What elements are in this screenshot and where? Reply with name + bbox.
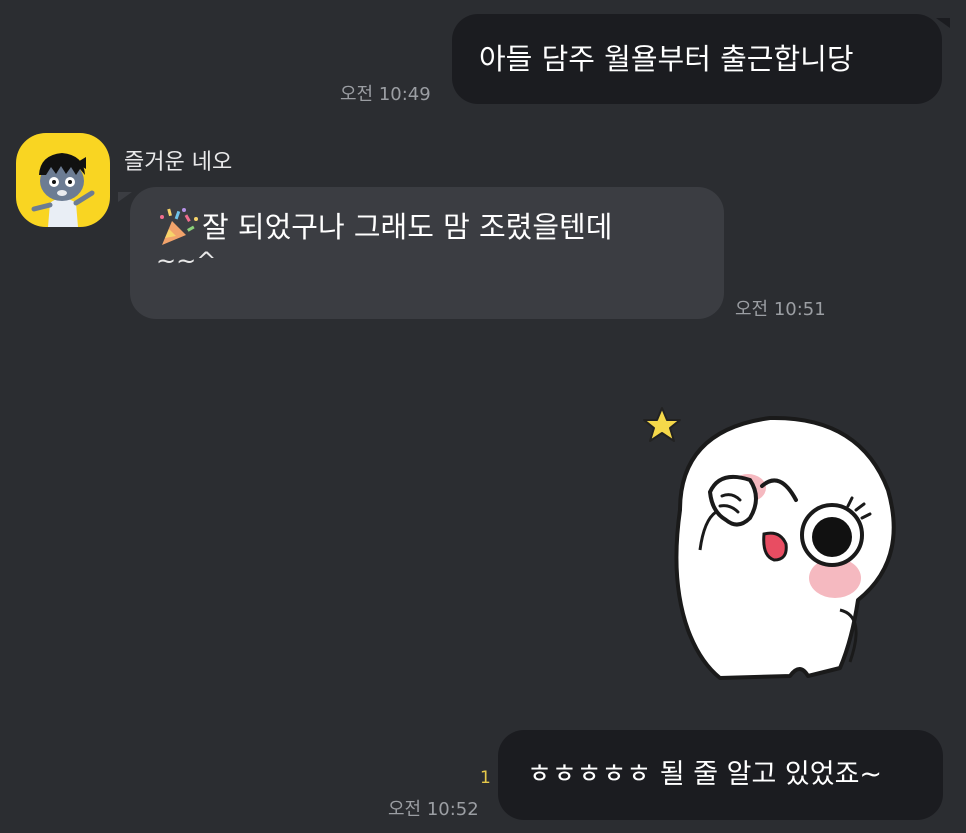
- message-timestamp: 오전 10:51: [735, 299, 826, 320]
- outgoing-message-bubble[interactable]: ㅎㅎㅎㅎㅎ 될 줄 알고 있었죠~: [498, 730, 943, 820]
- message-text-line-2: ~~^: [156, 247, 217, 275]
- outgoing-message-bubble[interactable]: 아들 담주 월욜부터 출근합니당: [452, 14, 942, 104]
- bubble-tail: [118, 192, 132, 202]
- message-text: ㅎㅎㅎㅎㅎ 될 줄 알고 있었죠~: [527, 759, 883, 790]
- message-text: 아들 담주 월욜부터 출근합니당: [479, 42, 854, 76]
- message-text-line-1: 잘 되었구나 그래도 맘 조렸을텐데: [202, 210, 613, 244]
- message-timestamp: 오전 10:49: [340, 84, 431, 105]
- unread-count-badge: 1: [480, 768, 491, 788]
- white-blob-salute-sticker-icon: [643, 407, 896, 680]
- sender-name: 즐거운 네오: [124, 150, 233, 175]
- bubble-tail: [936, 18, 950, 28]
- neo-character-icon: [31, 153, 95, 227]
- incoming-message-bubble[interactable]: 잘 되었구나 그래도 맘 조렸을텐데 ~~^: [130, 187, 724, 319]
- sticker-message[interactable]: [640, 400, 920, 690]
- avatar[interactable]: [16, 133, 110, 227]
- message-timestamp: 오전 10:52: [388, 799, 479, 820]
